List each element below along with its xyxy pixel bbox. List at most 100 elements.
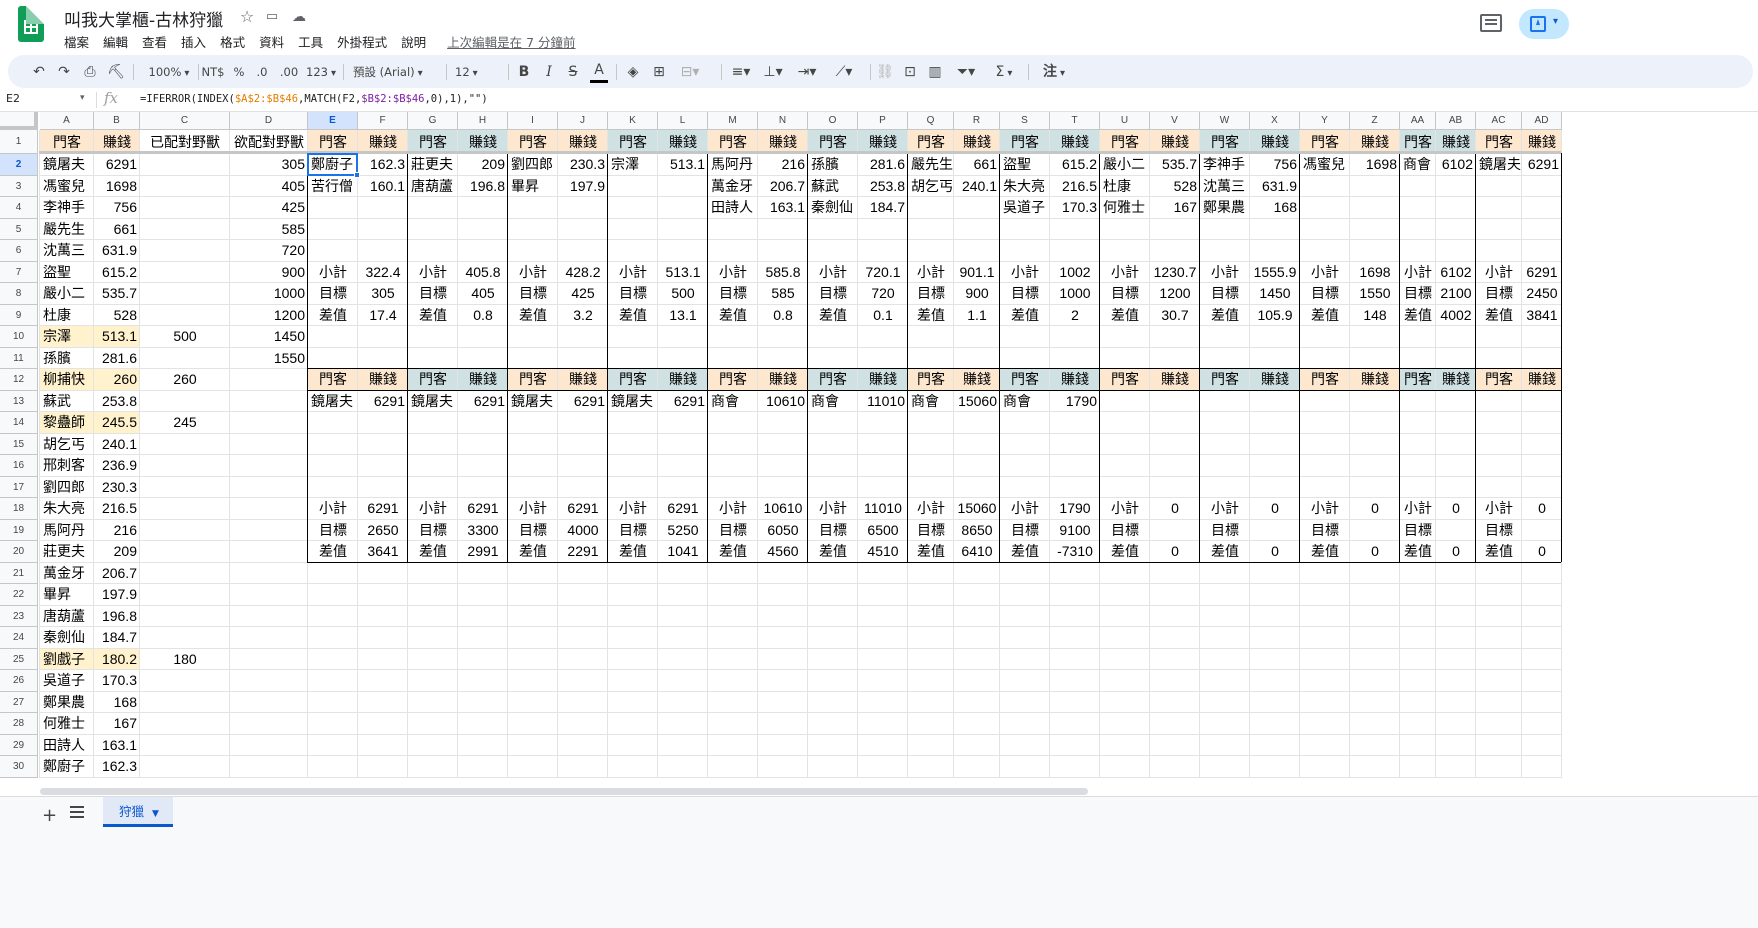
cell[interactable]: 李神手 — [1200, 154, 1250, 176]
cell[interactable]: 900 — [230, 262, 308, 284]
column-header[interactable]: AC — [1476, 112, 1522, 130]
cell[interactable]: 門客 — [708, 369, 758, 391]
row-header[interactable]: 15 — [0, 433, 38, 455]
cell[interactable]: 目標 — [908, 283, 954, 305]
sheets-logo-icon[interactable] — [18, 6, 44, 42]
cell[interactable]: 11010 — [858, 391, 908, 413]
cell[interactable]: 10610 — [758, 498, 808, 520]
cell[interactable]: 小計 — [708, 498, 758, 520]
cell[interactable]: 差值 — [508, 541, 558, 563]
cell[interactable]: 305 — [358, 283, 408, 305]
cell[interactable]: 162.3 — [94, 756, 140, 778]
font-family-select[interactable]: 預設 (Arial) — [353, 63, 437, 81]
cell[interactable]: 沈萬三 — [1200, 176, 1250, 198]
cell[interactable]: 唐葫蘆 — [408, 176, 458, 198]
row-header[interactable]: 20 — [0, 541, 38, 563]
cell[interactable]: 目標 — [508, 283, 558, 305]
cell[interactable]: 196.8 — [94, 606, 140, 628]
cell[interactable]: 差值 — [1400, 305, 1436, 327]
cell[interactable]: 宗澤 — [608, 154, 658, 176]
cell[interactable]: 236.9 — [94, 455, 140, 477]
cell[interactable]: 賺錢 — [1436, 130, 1476, 154]
cell[interactable]: 281.6 — [94, 348, 140, 370]
cell[interactable]: 6102 — [1436, 154, 1476, 176]
cell[interactable]: 胡乞丐 — [908, 176, 954, 198]
cell[interactable]: 0 — [1150, 498, 1200, 520]
cell[interactable]: 小計 — [1476, 262, 1522, 284]
all-sheets-icon[interactable] — [70, 806, 84, 818]
column-header[interactable]: E — [308, 112, 358, 130]
row-header[interactable]: 25 — [0, 648, 38, 670]
cell[interactable]: 賺錢 — [1250, 369, 1300, 391]
cell[interactable]: 賺錢 — [558, 369, 608, 391]
cell[interactable]: 劉四郎 — [40, 477, 94, 499]
cell[interactable]: 門客 — [1100, 369, 1150, 391]
cell[interactable]: 小計 — [1100, 262, 1150, 284]
cell[interactable]: 30.7 — [1150, 305, 1200, 327]
cell[interactable]: 6291 — [658, 498, 708, 520]
italic-button[interactable]: I — [541, 63, 557, 81]
cell[interactable]: 莊更夫 — [40, 541, 94, 563]
cell[interactable]: 720.1 — [858, 262, 908, 284]
cell[interactable]: 沈萬三 — [40, 240, 94, 262]
cell[interactable]: 6291 — [558, 498, 608, 520]
insert-chart-icon[interactable]: ▥ — [926, 63, 944, 81]
row-header[interactable]: 30 — [0, 756, 38, 778]
bold-button[interactable]: B — [516, 63, 532, 81]
cell[interactable]: 差值 — [1400, 541, 1436, 563]
cell[interactable]: 0.8 — [458, 305, 508, 327]
cell[interactable]: 吳道子 — [1000, 197, 1050, 219]
cell[interactable]: 門客 — [608, 369, 658, 391]
row-header[interactable]: 29 — [0, 734, 38, 756]
document-title[interactable]: 叫我大掌櫃-古林狩獵 — [64, 6, 223, 31]
cell[interactable]: 畢昇 — [508, 176, 558, 198]
row-header[interactable]: 2 — [0, 154, 38, 176]
cell[interactable]: 賺錢 — [1350, 130, 1400, 154]
cell[interactable]: 0 — [1350, 498, 1400, 520]
vertical-align-icon[interactable]: ⊥▾ — [760, 63, 786, 81]
cell[interactable]: 賺錢 — [658, 130, 708, 154]
cell[interactable]: 4002 — [1436, 305, 1476, 327]
cell[interactable]: 0 — [1436, 498, 1476, 520]
cell[interactable]: 賺錢 — [858, 130, 908, 154]
row-header[interactable]: 21 — [0, 562, 38, 584]
cell[interactable]: 小計 — [1300, 262, 1350, 284]
cell[interactable]: 小計 — [1400, 498, 1436, 520]
cell[interactable]: 門客 — [408, 130, 458, 154]
name-box-dropdown-icon[interactable]: ▾ — [80, 93, 85, 103]
text-wrap-icon[interactable]: ⇥▾ — [794, 63, 820, 81]
cell[interactable]: 小計 — [408, 498, 458, 520]
cell[interactable]: 3.2 — [558, 305, 608, 327]
cell[interactable]: 2291 — [558, 541, 608, 563]
cell[interactable]: 2650 — [358, 520, 408, 542]
cell[interactable]: 何雅士 — [40, 713, 94, 735]
menu-item[interactable]: 工具 — [291, 32, 330, 50]
cell[interactable]: 661 — [954, 154, 1000, 176]
formula-input[interactable]: =IFERROR(INDEX($A$2:$B$46,MATCH(F2,$B$2:… — [140, 93, 488, 105]
cell[interactable]: 184.7 — [94, 627, 140, 649]
print-icon[interactable]: ⎙ — [81, 63, 99, 81]
row-header[interactable]: 16 — [0, 455, 38, 477]
cell[interactable]: 田詩人 — [708, 197, 758, 219]
cell[interactable]: 賺錢 — [358, 130, 408, 154]
cell[interactable]: 1450 — [230, 326, 308, 348]
add-sheet-icon[interactable]: + — [42, 805, 57, 826]
cell[interactable]: 0 — [1250, 541, 1300, 563]
cell[interactable]: 206.7 — [758, 176, 808, 198]
cell[interactable]: 吳道子 — [40, 670, 94, 692]
cell[interactable]: 6102 — [1436, 262, 1476, 284]
cell[interactable]: 405.8 — [458, 262, 508, 284]
cell[interactable]: 0 — [1436, 541, 1476, 563]
cell[interactable]: 目標 — [908, 520, 954, 542]
cell[interactable]: 宗澤 — [40, 326, 94, 348]
cell[interactable]: 目標 — [308, 520, 358, 542]
cell[interactable]: 小計 — [1400, 262, 1436, 284]
cell[interactable]: 661 — [94, 219, 140, 241]
cell[interactable]: 425 — [230, 197, 308, 219]
cell[interactable]: 商會 — [808, 391, 858, 413]
cell[interactable]: 6291 — [358, 498, 408, 520]
cell[interactable]: 秦劍仙 — [808, 197, 858, 219]
cell[interactable]: 嚴先生 — [908, 154, 954, 176]
select-all-corner[interactable] — [0, 112, 38, 130]
cell[interactable]: 差值 — [608, 305, 658, 327]
